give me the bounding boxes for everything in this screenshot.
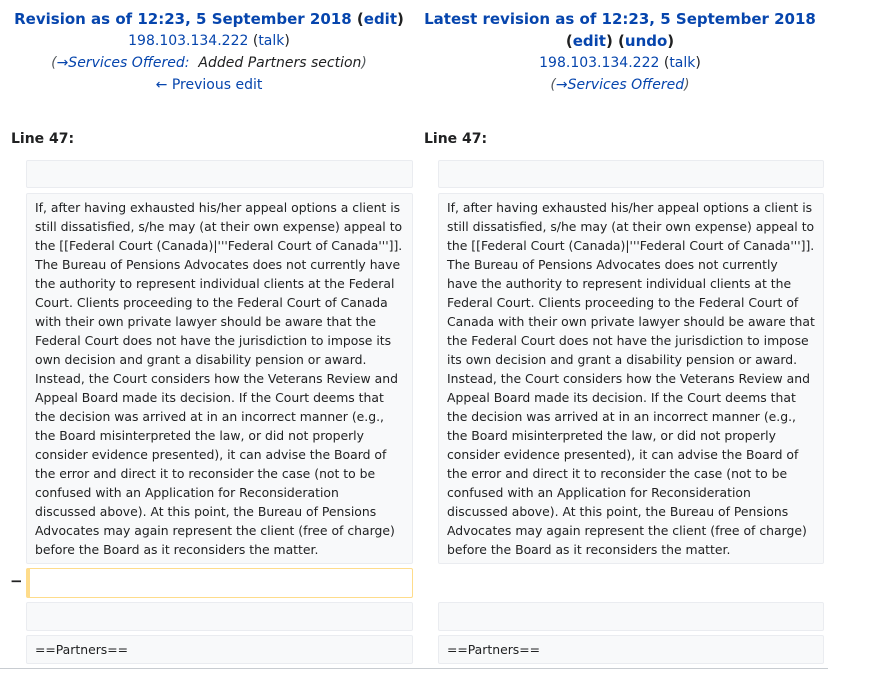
- paragraph-line: the decision was arrived at in an incorr…: [35, 409, 384, 424]
- left-revision-link[interactable]: Revision as of 12:23, 5 September 2018: [14, 10, 352, 28]
- removed-empty-line: [26, 568, 413, 598]
- right-context-empty-2: [438, 602, 824, 631]
- paragraph-line: the Federal Court does not have the juri…: [447, 333, 809, 348]
- left-context-empty-1: [26, 160, 413, 188]
- paragraph-line: confused with an Application for Reconsi…: [447, 485, 751, 500]
- paragraph-line: Appeal Board made its decision. If the C…: [35, 390, 384, 405]
- right-edit-link[interactable]: edit: [573, 32, 606, 50]
- bottom-divider: [0, 668, 828, 669]
- paragraph-line: Advocates may again represent the client…: [35, 523, 395, 538]
- left-edit-link[interactable]: edit: [364, 10, 397, 28]
- right-revision-link[interactable]: Latest revision as of 12:23, 5 September…: [424, 10, 816, 28]
- paragraph-line: Court. Clients proceeding to the Federal…: [35, 295, 388, 310]
- left-user-link[interactable]: 198.103.134.222: [128, 33, 248, 49]
- paragraph-line: the [[Federal Court (Canada)|'''Federal …: [447, 238, 815, 253]
- right-context-empty-1: [438, 160, 824, 188]
- paragraph-line: the Board misinterpreted the law, or did…: [35, 428, 364, 443]
- paragraph-line: Appeal Board made its decision. If the C…: [447, 390, 796, 405]
- paragraph-line: confused with an Application for Reconsi…: [35, 485, 339, 500]
- removed-line-marker: −: [10, 572, 23, 590]
- right-talk-link[interactable]: talk: [669, 55, 695, 71]
- paragraph-line: consider evidence presented), it can adv…: [447, 447, 799, 462]
- paragraph-line: the error and direct it to reconsider th…: [447, 466, 788, 481]
- right-line-number: Line 47:: [424, 131, 488, 147]
- right-partners-text: ==Partners==: [447, 642, 541, 657]
- paragraph-line: Canada with their own private lawyer sho…: [447, 314, 815, 329]
- paragraph-line: its own decision and grant a disability …: [447, 352, 798, 367]
- left-revision-title: Revision as of 12:23, 5 September 2018 (…: [14, 10, 404, 28]
- left-context-empty-2: [26, 602, 413, 631]
- paragraph-line: still dissatisfied, s/he may (at their o…: [35, 219, 403, 234]
- left-talk-link[interactable]: talk: [258, 33, 284, 49]
- left-summary-section-link[interactable]: →Services Offered:: [57, 55, 190, 71]
- paragraph-line: the Board misinterpreted the law, or did…: [447, 428, 776, 443]
- paragraph-line: with their own private lawyer should be …: [35, 314, 377, 329]
- paragraph-line: own decision and grant a disability pens…: [35, 352, 367, 367]
- right-undo-link[interactable]: undo: [625, 32, 667, 50]
- right-context-partners: ==Partners==: [438, 635, 824, 664]
- right-user-line: 198.103.134.222 (talk): [539, 55, 701, 71]
- paragraph-line: discussed above). At this point, the Bur…: [35, 504, 377, 519]
- left-line-number: Line 47:: [11, 131, 75, 147]
- paragraph-line: consider evidence presented), it can adv…: [35, 447, 387, 462]
- paragraph-line: have the authority to represent individu…: [447, 276, 792, 291]
- paragraph-line: the decision was arrived at in an incorr…: [447, 409, 796, 424]
- paragraph-line: before the Board as it reconsiders the m…: [35, 542, 319, 557]
- left-revision-header: Revision as of 12:23, 5 September 2018 (…: [0, 8, 418, 96]
- paragraph-line: Federal Court. Clients proceeding to the…: [447, 295, 799, 310]
- left-context-paragraph: If, after having exhausted his/her appea…: [26, 193, 413, 564]
- paragraph-line: the error and direct it to reconsider th…: [35, 466, 376, 481]
- right-edit-summary: (→Services Offered): [550, 77, 690, 93]
- right-revision-header: Latest revision as of 12:23, 5 September…: [420, 8, 820, 96]
- left-edit-summary: (→Services Offered: Added Partners secti…: [51, 55, 367, 71]
- paragraph-line: Instead, the Court considers how the Vet…: [35, 371, 398, 386]
- paragraph-line: Advocates may again represent the client…: [447, 523, 807, 538]
- right-context-paragraph: If, after having exhausted his/her appea…: [438, 193, 824, 564]
- paragraph-line: If, after having exhausted his/her appea…: [35, 200, 401, 215]
- right-user-link[interactable]: 198.103.134.222: [539, 55, 659, 71]
- paragraph-line: The Bureau of Pensions Advocates does no…: [447, 257, 778, 272]
- paragraph-line: discussed above). At this point, the Bur…: [447, 504, 789, 519]
- previous-edit-link[interactable]: ← Previous edit: [156, 77, 263, 93]
- paragraph-line: Instead, the Court considers how the Vet…: [447, 371, 810, 386]
- paragraph-line: the [[Federal Court (Canada)|'''Federal …: [35, 238, 403, 253]
- paragraph-line: The Bureau of Pensions Advocates does no…: [35, 257, 401, 272]
- paragraph-line: Federal Court does not have the jurisdic…: [35, 333, 392, 348]
- left-context-partners: ==Partners==: [26, 635, 413, 664]
- paragraph-line: before the Board as it reconsiders the m…: [447, 542, 731, 557]
- right-summary-section-link[interactable]: →Services Offered: [556, 77, 684, 93]
- paragraph-line: the authority to represent individual cl…: [35, 276, 395, 291]
- paragraph-line: still dissatisfied, s/he may (at their o…: [447, 219, 815, 234]
- paragraph-line: If, after having exhausted his/her appea…: [447, 200, 813, 215]
- left-user-line: 198.103.134.222 (talk): [128, 33, 290, 49]
- left-summary-text: Added Partners section: [198, 55, 362, 71]
- left-partners-text: ==Partners==: [35, 642, 129, 657]
